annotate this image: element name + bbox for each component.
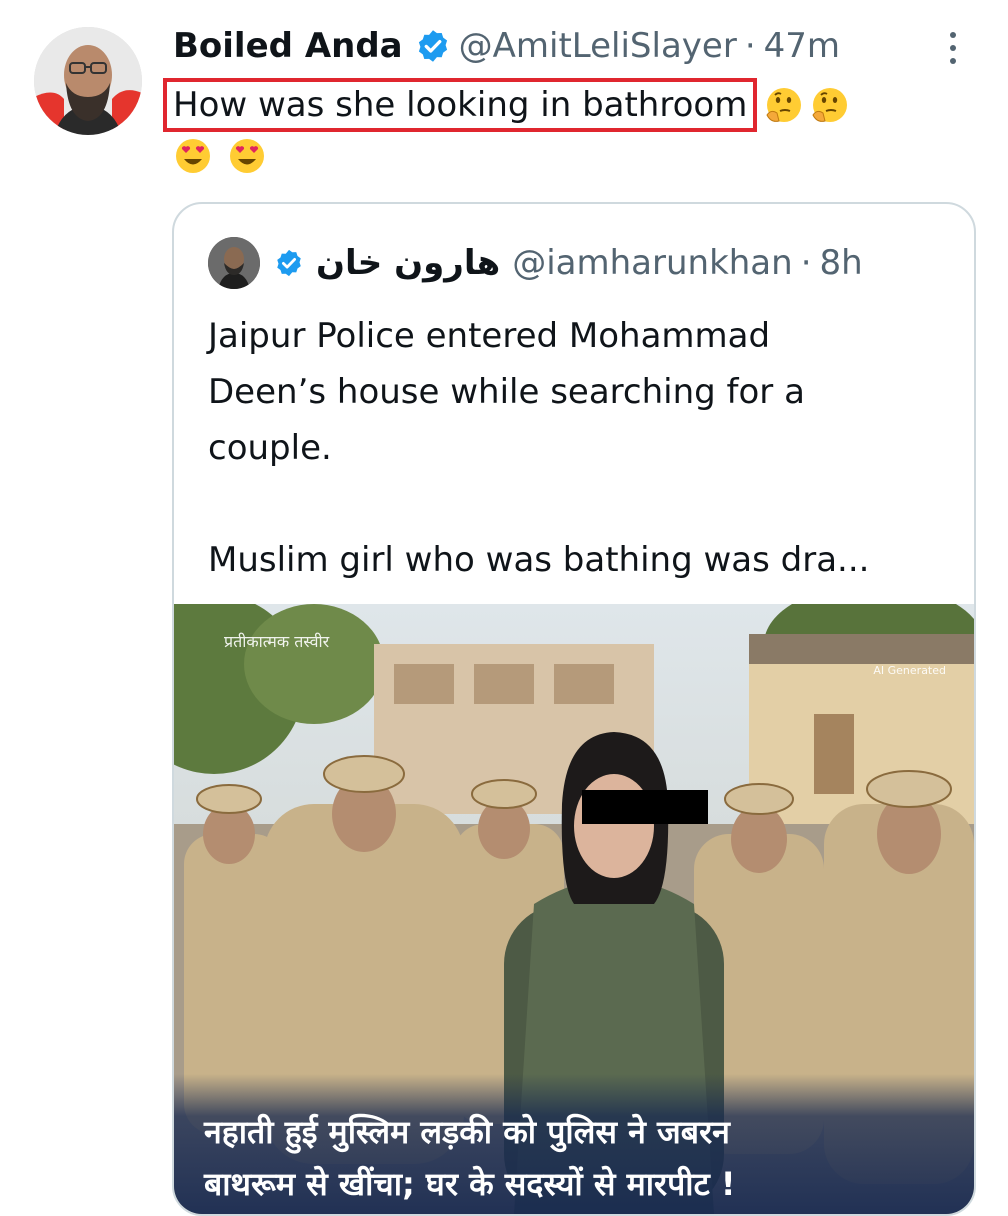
image-watermark: प्रतीकात्मक तस्वीर [224, 632, 330, 651]
quoted-tweet-text: Jaipur Police entered Mohammad Deen’s ho… [208, 308, 948, 588]
more-options-icon[interactable] [946, 32, 960, 68]
author-avatar[interactable] [34, 27, 142, 135]
heart-eyes-face-icon [176, 139, 210, 173]
author-handle[interactable]: @AmitLeliSlayer [459, 26, 737, 66]
tweet-time[interactable]: 47m [764, 26, 840, 66]
quoted-text-line: Deen’s house while searching for a [208, 372, 805, 412]
quoted-tweet-image[interactable]: प्रतीकात्मक तस्वीर AI Generated नहाती हु… [174, 604, 974, 1214]
image-caption-overlay: नहाती हुई मुस्लिम लड़की को पुलिस ने जबरन… [174, 1074, 974, 1214]
thinking-face-icon [766, 88, 802, 122]
tweet-text-line1: How was she looking in bathroom [163, 78, 849, 132]
ai-generated-label: AI Generated [873, 664, 946, 677]
highlight-box: How was she looking in bathroom [163, 78, 758, 132]
separator-dot: · [744, 26, 756, 66]
quoted-author-handle[interactable]: @iamharunkhan [512, 243, 792, 283]
quoted-tweet-card[interactable]: هارون خان @iamharunkhan · 8h Jaipur Poli… [172, 202, 976, 1216]
tweet-text-line2 [173, 136, 281, 176]
quoted-text-truncated-line: Muslim girl who was bathing was dra... [208, 540, 870, 580]
tweet-header: Boiled Anda @AmitLeliSlayer · 47m [173, 22, 978, 70]
quoted-author-avatar[interactable] [208, 237, 260, 289]
separator-dot: · [800, 243, 812, 283]
quoted-tweet-time[interactable]: 8h [820, 243, 863, 283]
heart-eyes-face-icon [230, 139, 264, 173]
tweet-text: How was she looking in bathroom [173, 85, 748, 125]
thinking-face-icon [812, 88, 848, 122]
quoted-author-display-name[interactable]: هارون خان [316, 243, 500, 283]
image-caption-line: बाथरूम से खींचा; घर के सदस्यों से मारपीट… [204, 1165, 736, 1203]
verified-badge-icon [277, 249, 301, 277]
author-display-name[interactable]: Boiled Anda [173, 26, 403, 66]
quoted-text-line: Jaipur Police entered Mohammad [208, 316, 771, 356]
quoted-text-line: couple. [208, 428, 332, 468]
quoted-tweet-header: هارون خان @iamharunkhan · 8h [208, 237, 863, 289]
image-caption-line: नहाती हुई मुस्लिम लड़की को पुलिस ने जबरन [204, 1113, 730, 1151]
verified-badge-icon [418, 30, 447, 62]
